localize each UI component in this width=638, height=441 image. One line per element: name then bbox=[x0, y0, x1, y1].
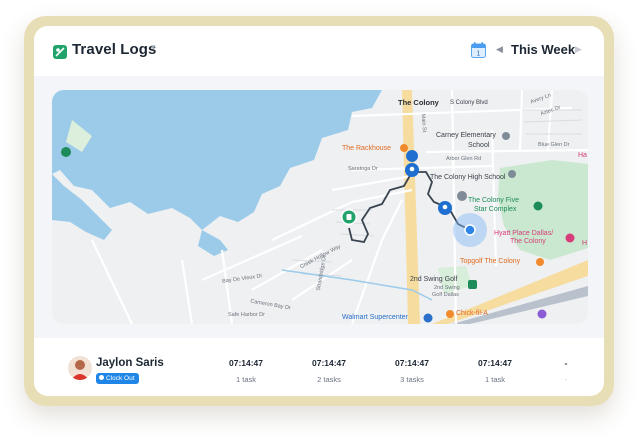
calendar-day: 1 bbox=[477, 51, 481, 58]
day-time: - bbox=[564, 358, 568, 368]
status-badge: Clock Out bbox=[96, 373, 139, 384]
golf-poi-icon bbox=[468, 280, 477, 289]
day-column-5[interactable]: - - bbox=[546, 358, 586, 384]
day-time: 07:14:47 bbox=[228, 358, 264, 368]
map-label-hyatt-2: The Colony bbox=[510, 238, 546, 245]
map-label-colony-high: The Colony High School bbox=[430, 174, 506, 181]
map-label-topgolf: Topgolf The Colony bbox=[460, 258, 521, 265]
walmart-poi-icon bbox=[423, 313, 433, 323]
school-poi-icon bbox=[502, 132, 510, 140]
map-label-five-star-2: Star Complex bbox=[474, 206, 517, 213]
chickfila-poi-icon bbox=[446, 310, 454, 318]
travel-map[interactable]: The Colony S Colony Blvd Avery Ln Aztec … bbox=[52, 90, 588, 324]
day-time: 07:14:47 bbox=[394, 358, 430, 368]
map-label-the-colony: The Colony bbox=[398, 98, 439, 107]
day-column-2[interactable]: 07:14:47 2 tasks bbox=[299, 358, 359, 384]
restaurant-poi-icon bbox=[400, 144, 408, 152]
next-week-button[interactable]: ▶ bbox=[575, 44, 582, 55]
map-label-main-st: Main St bbox=[419, 113, 427, 133]
map-label-walmart: Walmart Supercenter bbox=[342, 314, 408, 321]
map-label-carney: Carney Elementary bbox=[436, 132, 496, 139]
map-label-swing-golf-sub2: Golf Dallas bbox=[432, 292, 459, 298]
start-pin-icon bbox=[341, 209, 357, 225]
map-label-safe-harbor: Safe Harbor Dr bbox=[228, 312, 265, 318]
status-label: Clock Out bbox=[106, 375, 135, 382]
map-label-arbor-glen: Arbor Glen Rd bbox=[446, 156, 482, 162]
day-column-3[interactable]: 07:14:47 3 tasks bbox=[382, 358, 442, 384]
park-poi-icon bbox=[533, 201, 543, 211]
park-poi-icon-left bbox=[61, 147, 71, 157]
map-label-hyatt-1: Hyatt Place Dallas/ bbox=[494, 230, 554, 237]
day-tasks: 1 task bbox=[235, 375, 256, 384]
current-location-dot bbox=[464, 224, 476, 236]
clock-icon bbox=[99, 375, 104, 380]
map-label-swing-golf: 2nd Swing Golf bbox=[410, 276, 458, 283]
day-tasks: 3 tasks bbox=[400, 375, 424, 384]
map-label-blue-glen: Blue Glen Dr bbox=[538, 142, 570, 148]
stop-pin-icon-2 bbox=[438, 201, 452, 215]
day-column-4[interactable]: 07:14:47 1 task bbox=[465, 358, 525, 384]
store-poi-icon bbox=[537, 309, 547, 319]
day-time: 07:14:47 bbox=[311, 358, 347, 368]
week-range-label: This Week bbox=[511, 42, 576, 57]
map-label-chickfila: Chick-fil-A bbox=[456, 310, 488, 317]
page-title[interactable]: Travel Logs bbox=[72, 41, 156, 58]
map-pin-logo-icon bbox=[53, 45, 67, 59]
calendar-icon[interactable]: 1 bbox=[471, 42, 486, 58]
day-tasks: 2 tasks bbox=[317, 375, 341, 384]
map-label-ha: Ha bbox=[578, 152, 587, 159]
map-label-h: H bbox=[582, 240, 588, 247]
topgolf-poi-icon bbox=[536, 258, 544, 266]
card-header: Travel Logs ▾ 1 ◀ This Week ▶ bbox=[34, 26, 604, 76]
day-tasks: - bbox=[564, 375, 568, 384]
avatar bbox=[68, 356, 92, 380]
day-tasks: 1 task bbox=[484, 375, 505, 384]
travel-logs-card: Travel Logs ▾ 1 ◀ This Week ▶ The Colony… bbox=[34, 26, 604, 396]
day-column-1[interactable]: 07:14:47 1 task bbox=[216, 358, 276, 384]
school-poi-icon-2 bbox=[508, 170, 516, 178]
map-label-rackhouse: The Rackhouse bbox=[342, 145, 392, 152]
map-label-saratoga: Saratoga Dr bbox=[348, 166, 378, 172]
map-label-swing-golf-sub1: 2nd Swing bbox=[434, 285, 460, 291]
map-label-school: School bbox=[468, 142, 490, 149]
person-avatar-icon bbox=[71, 360, 89, 380]
hotel-poi-icon bbox=[565, 233, 575, 243]
gray-poi-icon bbox=[457, 191, 467, 201]
chevron-down-icon[interactable]: ▾ bbox=[151, 42, 156, 53]
previous-week-button[interactable]: ◀ bbox=[496, 44, 503, 55]
day-time: 07:14:47 bbox=[477, 358, 513, 368]
map-label-five-star-1: The Colony Five bbox=[468, 197, 519, 204]
employee-row[interactable]: Jaylon Saris Clock Out 07:14:47 1 task 0… bbox=[34, 338, 604, 396]
employee-name[interactable]: Jaylon Saris bbox=[96, 357, 164, 369]
map-label-colony-blvd: S Colony Blvd bbox=[450, 100, 488, 106]
